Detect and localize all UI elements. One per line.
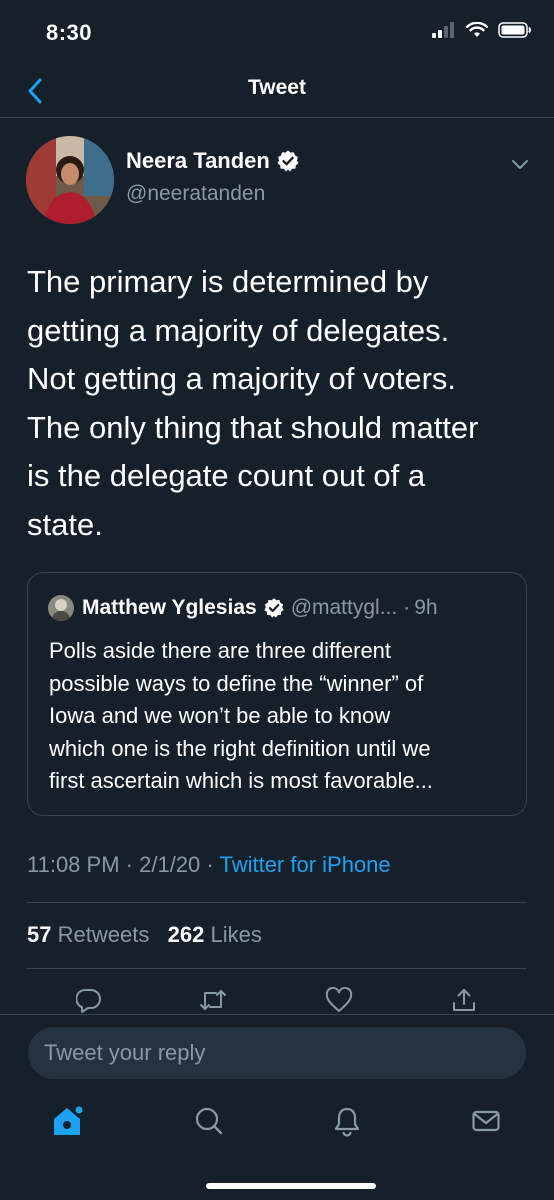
quote-separator: · [403,596,411,619]
reply-icon [76,987,102,1013]
tweet-date: 2/1/20 [139,852,201,877]
author-name[interactable]: Neera Tanden [126,148,270,174]
chevron-down-icon [508,152,532,176]
action-bar [0,984,554,1016]
reply-input[interactable] [28,1027,526,1079]
more-options-button[interactable] [508,152,532,176]
verified-badge-icon [276,149,300,173]
quote-time: 9h [414,596,438,619]
quote-avatar [48,595,74,621]
battery-icon [498,22,532,38]
avatar[interactable] [26,136,114,224]
tweet-source-link[interactable]: Twitter for iPhone [219,852,390,877]
quote-author-handle: @mattygl... [290,596,398,619]
divider [27,968,527,969]
retweet-button[interactable] [197,984,229,1016]
share-button[interactable] [448,984,480,1016]
likes-stat[interactable]: 262 Likes [168,922,262,947]
status-time: 8:30 [46,20,93,45]
quoted-tweet[interactable]: Matthew Yglesias @mattygl... · 9h Polls … [27,572,527,816]
verified-badge-icon [263,597,285,619]
share-icon [451,987,477,1013]
tab-messages[interactable] [466,1101,506,1141]
quote-text: Polls aside there are three different po… [49,638,433,793]
quote-author-name: Matthew Yglesias [82,596,257,619]
messages-icon [470,1105,502,1137]
author-handle[interactable]: @neeratanden [126,182,265,206]
tweet-stats: 57 Retweets 262 Likes [27,922,262,948]
tweet-meta: 11:08 PM · 2/1/20 · Twitter for iPhone [27,852,391,877]
status-bar: 8:30 [0,0,554,66]
notifications-icon [331,1105,363,1137]
signal-icon [432,22,456,38]
tweet-text: The primary is determined by getting a m… [27,264,479,542]
home-icon [50,1103,86,1139]
wifi-icon [466,22,488,38]
bottom-bar [0,1014,554,1200]
like-icon [325,987,353,1013]
retweet-icon [199,987,227,1013]
retweets-stat[interactable]: 57 Retweets [27,922,149,947]
nav-bar: Tweet [0,66,554,118]
search-icon [193,1105,225,1137]
like-button[interactable] [323,984,355,1016]
tab-home[interactable] [48,1101,88,1141]
reply-button[interactable] [73,984,105,1016]
home-indicator[interactable] [206,1183,376,1189]
divider [27,902,527,903]
tweet-time: 11:08 PM [27,852,120,877]
tab-search[interactable] [189,1101,229,1141]
page-title: Tweet [248,76,306,99]
tab-notifications[interactable] [327,1101,367,1141]
